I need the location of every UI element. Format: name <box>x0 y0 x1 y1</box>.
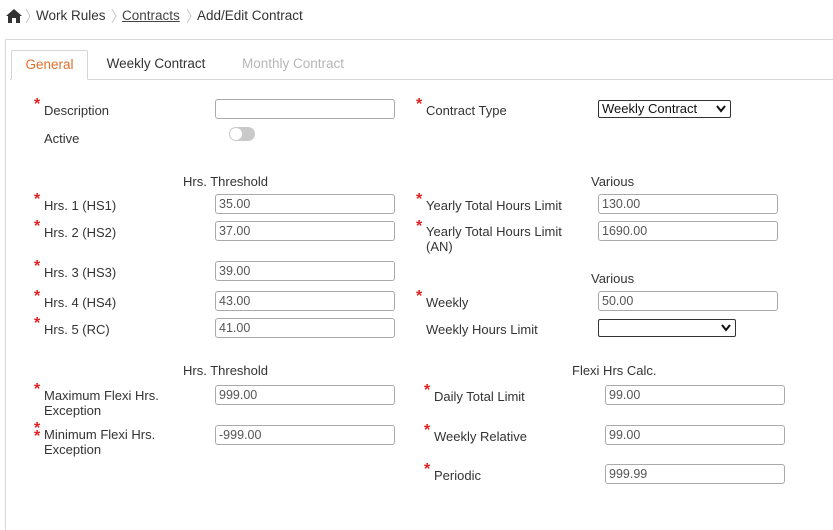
home-icon[interactable] <box>6 9 22 23</box>
periodic-label: Periodic <box>434 468 481 483</box>
breadcrumb-contracts-link[interactable]: Contracts <box>122 8 180 23</box>
required-marker: * <box>34 428 41 445</box>
breadcrumb-current: Add/Edit Contract <box>197 8 303 23</box>
hrs1-input[interactable]: 35.00 <box>215 194 395 214</box>
required-marker: * <box>34 315 41 332</box>
contract-type-select[interactable]: Weekly Contract <box>598 100 731 118</box>
required-marker: * <box>34 381 41 398</box>
breadcrumb: Work Rules Contracts Add/Edit Contract <box>0 0 833 32</box>
weekly-relative-input[interactable]: 99.00 <box>605 425 785 445</box>
required-marker: * <box>424 422 431 439</box>
hrs2-input[interactable]: 37.00 <box>215 221 395 241</box>
hrs1-label: Hrs. 1 (HS1) <box>44 198 117 213</box>
weekly-input[interactable]: 50.00 <box>598 291 778 311</box>
weekly-hours-limit-label: Weekly Hours Limit <box>426 322 538 337</box>
chevron-down-icon <box>721 324 731 332</box>
chevron-right-icon <box>25 8 31 24</box>
min-flexi-label-line2: Exception <box>44 442 102 457</box>
hrs3-input[interactable]: 39.00 <box>215 261 395 281</box>
hrs5-input[interactable]: 41.00 <box>215 318 395 338</box>
required-marker: * <box>416 96 423 113</box>
description-input[interactable] <box>215 99 395 119</box>
chevron-right-icon <box>186 8 192 24</box>
yearly-total-an-label-line2: (AN) <box>426 239 453 254</box>
various-header: Various <box>591 174 635 189</box>
hrs5-label: Hrs. 5 (RC) <box>44 322 110 337</box>
daily-total-label: Daily Total Limit <box>434 389 525 404</box>
active-toggle[interactable] <box>229 127 255 141</box>
various-header-2: Various <box>591 271 635 286</box>
required-marker: * <box>34 191 41 208</box>
hrs-threshold-header: Hrs. Threshold <box>183 174 269 189</box>
weekly-hours-limit-select[interactable] <box>598 319 736 337</box>
chevron-right-icon <box>111 8 117 24</box>
hrs4-input[interactable]: 43.00 <box>215 291 395 311</box>
breadcrumb-work-rules[interactable]: Work Rules <box>36 8 106 23</box>
required-marker: * <box>416 288 423 305</box>
contract-type-label: Contract Type <box>426 103 507 118</box>
max-flexi-input[interactable]: 999.00 <box>215 385 395 405</box>
daily-total-input[interactable]: 99.00 <box>605 385 785 405</box>
yearly-total-an-input[interactable]: 1690.00 <box>598 221 778 241</box>
max-flexi-label-line1: Maximum Flexi Hrs. <box>44 388 159 403</box>
contract-type-value: Weekly Contract <box>602 101 698 116</box>
yearly-total-an-label-line1: Yearly Total Hours Limit <box>426 224 562 239</box>
weekly-relative-label: Weekly Relative <box>434 429 527 444</box>
required-marker: * <box>424 461 431 478</box>
tab-weekly-contract[interactable]: Weekly Contract <box>96 50 216 80</box>
min-flexi-input[interactable]: -999.00 <box>215 425 395 445</box>
flexi-threshold-header: Hrs. Threshold <box>183 363 269 378</box>
description-label: Description <box>44 103 110 118</box>
active-label: Active <box>44 131 80 146</box>
hrs3-label: Hrs. 3 (HS3) <box>44 265 117 280</box>
required-marker: * <box>34 288 41 305</box>
hrs4-label: Hrs. 4 (HS4) <box>44 295 117 310</box>
flexi-calc-header: Flexi Hrs Calc. <box>572 363 657 378</box>
weekly-label: Weekly <box>426 295 469 310</box>
yearly-total-input[interactable]: 130.00 <box>598 194 778 214</box>
required-marker: * <box>34 218 41 235</box>
required-marker: * <box>34 96 41 113</box>
max-flexi-label-line2: Exception <box>44 403 102 418</box>
toggle-knob <box>230 128 242 140</box>
yearly-total-label: Yearly Total Hours Limit <box>426 198 562 213</box>
tab-monthly-contract: Monthly Contract <box>241 56 345 71</box>
required-marker: * <box>34 258 41 275</box>
required-marker: * <box>416 218 423 235</box>
chevron-down-icon <box>716 105 726 113</box>
hrs2-label: Hrs. 2 (HS2) <box>44 225 117 240</box>
required-marker: * <box>424 382 431 399</box>
required-marker: * <box>416 191 423 208</box>
tab-general[interactable]: General <box>11 50 88 80</box>
periodic-input[interactable]: 999.99 <box>605 464 785 484</box>
min-flexi-label-line1: Minimum Flexi Hrs. <box>44 427 156 442</box>
